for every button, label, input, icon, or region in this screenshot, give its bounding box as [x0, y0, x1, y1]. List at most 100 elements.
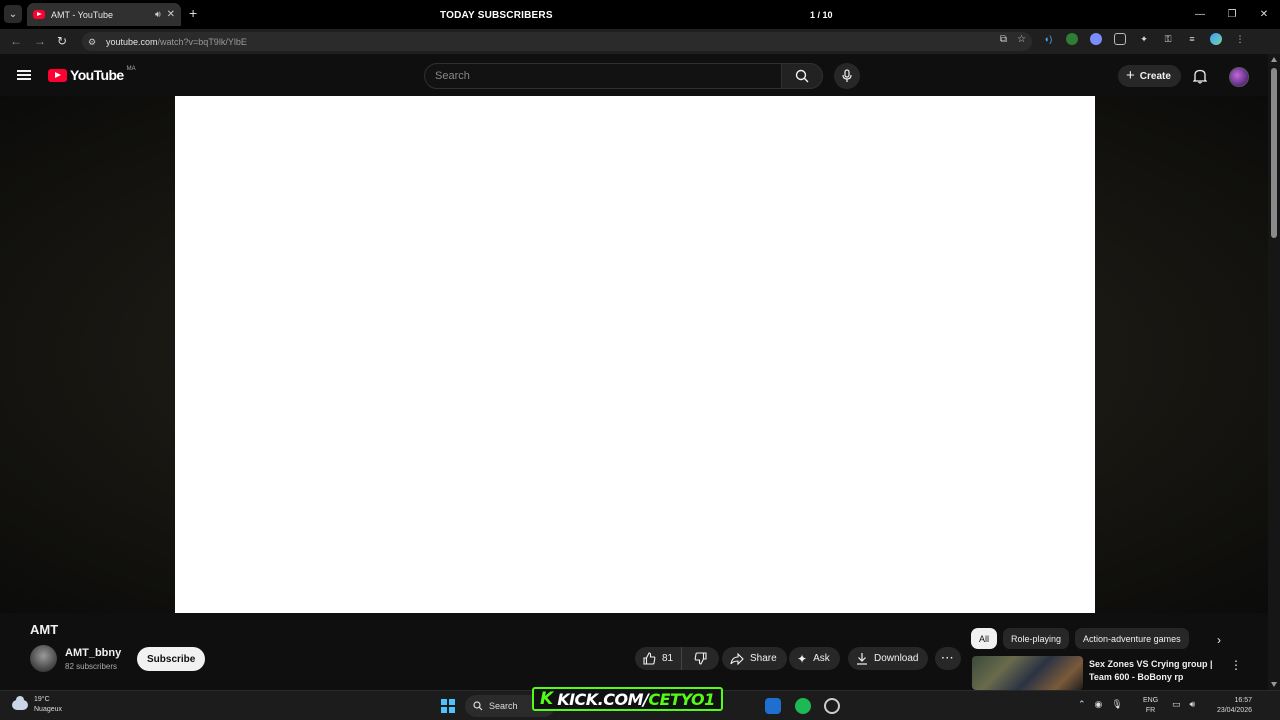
language-indicator[interactable]: ENG FR	[1143, 696, 1158, 716]
browser-tabstrip: ⌄ AMT - YouTube 🔊︎ ✕ + — ❐ ✕	[0, 0, 1280, 29]
chip-action-adventure[interactable]: Action-adventure games	[1075, 628, 1189, 649]
like-dislike-group: 81	[635, 647, 719, 670]
extension-blue-icon[interactable]	[1090, 33, 1102, 45]
reload-icon[interactable]: ↻	[57, 34, 67, 48]
notifications-button[interactable]	[1192, 68, 1208, 89]
more-horizontal-icon: ···	[941, 653, 955, 664]
like-count: 81	[662, 653, 674, 664]
volume-icon[interactable]: 🔊︎	[1190, 699, 1196, 710]
scroll-up-arrow-icon[interactable]	[1271, 57, 1277, 62]
youtube-favicon-icon	[33, 10, 45, 19]
chevron-right-icon[interactable]: ›	[1217, 633, 1221, 647]
weather-widget[interactable]: 19°C Nuageux	[12, 695, 62, 715]
windows-start-icon[interactable]	[441, 699, 455, 713]
youtube-logo[interactable]: YouTube MA	[48, 66, 136, 83]
dislike-button[interactable]	[682, 647, 719, 670]
close-tab-icon[interactable]: ✕	[167, 9, 175, 20]
tab-title: AMT - YouTube	[51, 9, 114, 20]
chip-role-playing[interactable]: Role-playing	[1003, 628, 1070, 649]
chip-all[interactable]: All	[971, 628, 998, 649]
system-clock[interactable]: 16:57 23/04/2026	[1208, 696, 1252, 716]
steam-icon[interactable]	[824, 698, 840, 714]
download-icon	[857, 653, 867, 665]
lang-secondary: FR	[1145, 707, 1156, 714]
thumbs-up-icon	[643, 652, 656, 665]
taskbar-search-label: Search	[489, 701, 518, 711]
create-label: Create	[1139, 70, 1171, 82]
menu-icon[interactable]	[17, 70, 31, 80]
back-arrow-icon[interactable]: ←	[10, 34, 22, 48]
sparkle-icon: ✦	[797, 651, 808, 666]
media-list-icon[interactable]: ≡	[1186, 33, 1198, 45]
minimize-button[interactable]: —	[1184, 0, 1216, 29]
video-title: AMT	[30, 622, 59, 637]
tray-overflow-icon[interactable]: ⌃	[1078, 699, 1086, 710]
extension-green-icon[interactable]	[1066, 33, 1078, 45]
network-icon[interactable]: ▭	[1172, 699, 1181, 710]
youtube-play-icon	[48, 68, 67, 82]
recommended-video-thumbnail[interactable]	[972, 656, 1083, 690]
profile-icon[interactable]	[1210, 33, 1222, 45]
like-button[interactable]: 81	[635, 647, 683, 670]
bookmark-star-icon[interactable]: ☆	[1017, 34, 1026, 45]
forward-arrow-icon[interactable]: →	[34, 34, 46, 48]
related-chips: All Role-playing Action-adventure games	[971, 628, 1189, 649]
discord-icon[interactable]: ◉	[1095, 699, 1103, 710]
read-aloud-icon[interactable]: ◖)	[1042, 33, 1054, 45]
microphone-icon	[842, 69, 852, 82]
browser-tab-youtube[interactable]: AMT - YouTube 🔊︎ ✕	[27, 3, 181, 26]
scrollbar-thumb[interactable]	[1271, 68, 1277, 238]
search-icon	[473, 701, 483, 711]
more-vertical-icon[interactable]: ⋮	[1230, 658, 1242, 672]
page-scrollbar[interactable]	[1268, 54, 1280, 690]
clock-time: 16:57	[1234, 697, 1252, 704]
site-info-icon[interactable]: ⚙	[88, 37, 98, 47]
recommended-video-title[interactable]: Sex Zones VS Crying group | Team 600 - B…	[1089, 658, 1219, 684]
photos-app-icon[interactable]	[765, 698, 781, 714]
weather-condition: Nuageux	[34, 706, 63, 713]
new-tab-button[interactable]: +	[189, 5, 197, 21]
url-text[interactable]: youtube.com/watch?v=bqT9lk/YlbE	[106, 37, 247, 47]
restore-button[interactable]: ❐	[1216, 0, 1248, 29]
tab-search-button[interactable]: ⌄	[4, 5, 22, 23]
share-label: Share	[750, 653, 777, 664]
weather-text: 19°C Nuageux	[34, 695, 62, 715]
voice-search-button[interactable]	[834, 63, 860, 89]
clock-date: 23/04/2026	[1216, 707, 1252, 714]
install-app-icon[interactable]: ⧉	[1000, 34, 1007, 45]
create-button[interactable]: + Create	[1118, 65, 1181, 87]
extensions-puzzle-icon[interactable]: ✦	[1138, 33, 1150, 45]
scroll-down-arrow-icon[interactable]	[1271, 682, 1277, 687]
system-tray: ⌃ ◉ 🎙︎	[1078, 699, 1123, 710]
subscriber-count: 82 subscribers	[65, 662, 118, 671]
kick-promo-banner: K KICK.COM/CETYO1	[532, 687, 723, 711]
speaker-icon[interactable]: 🔊︎	[155, 9, 161, 20]
search-icon	[795, 69, 809, 83]
more-actions-button[interactable]: ···	[935, 647, 961, 670]
extension-box-icon[interactable]	[1114, 33, 1126, 45]
close-window-button[interactable]: ✕	[1248, 0, 1280, 29]
search-button[interactable]	[781, 63, 823, 89]
password-key-icon[interactable]: ⚿	[1162, 33, 1174, 45]
ask-button[interactable]: ✦ Ask	[789, 647, 840, 670]
search-input[interactable]	[435, 70, 781, 82]
address-bar[interactable]: ⚙ youtube.com/watch?v=bqT9lk/YlbE ⧉ ☆	[82, 32, 1032, 51]
subscriber-goal-count: 1 / 10	[810, 10, 833, 20]
extensions-bar: ◖) ✦ ⚿ ≡ ⋮	[1042, 33, 1246, 45]
share-button[interactable]: Share	[722, 647, 787, 670]
download-button[interactable]: Download	[848, 647, 929, 670]
tray-microphone-icon[interactable]: 🎙︎	[1111, 699, 1122, 710]
ask-label: Ask	[813, 653, 830, 664]
cloud-icon	[12, 696, 28, 710]
account-avatar[interactable]	[1229, 67, 1249, 87]
youtube-header: YouTube MA + Create	[0, 54, 1268, 96]
share-arrow-icon	[730, 652, 744, 665]
channel-avatar[interactable]	[30, 645, 57, 672]
window-controls: — ❐ ✕	[1184, 0, 1280, 29]
video-player[interactable]	[175, 96, 1095, 613]
country-code: MA	[126, 66, 136, 72]
spotify-icon[interactable]	[795, 698, 811, 714]
channel-name[interactable]: AMT_bbny	[65, 647, 121, 659]
browser-menu-icon[interactable]: ⋮	[1234, 33, 1246, 45]
subscribe-button[interactable]: Subscribe	[137, 647, 206, 671]
